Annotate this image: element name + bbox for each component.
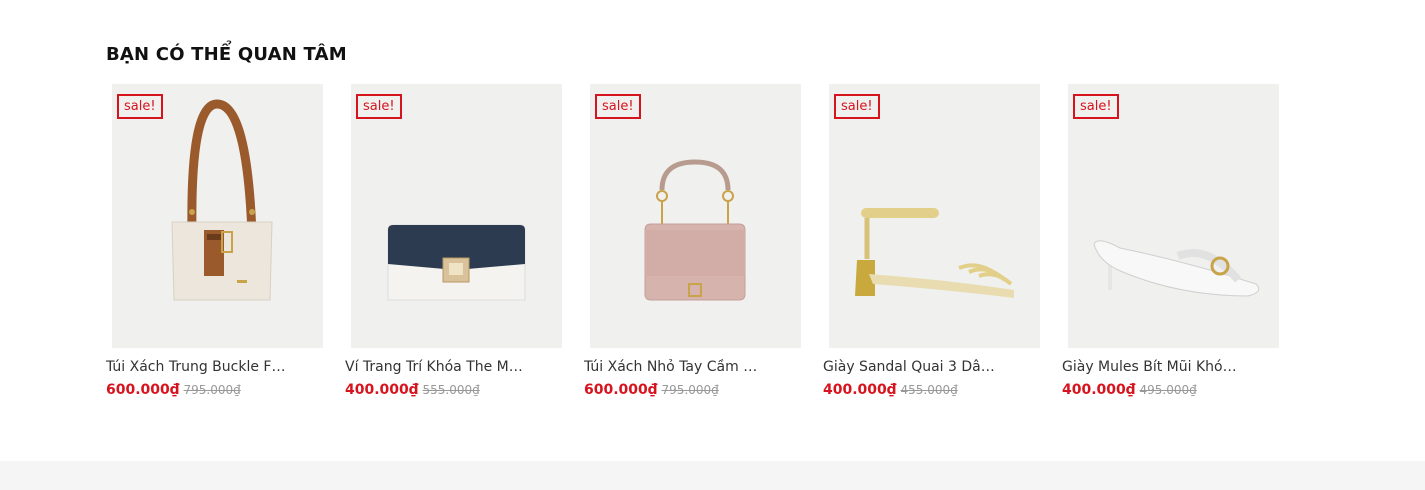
original-price: 455.000₫ [900, 383, 958, 397]
product-card[interactable]: sale! Túi Xách Nhỏ Tay Cầm Rời 600.000₫ 7… [584, 84, 801, 398]
product-prices: 600.000₫ 795.000₫ [584, 382, 795, 398]
product-thumb[interactable]: sale! [829, 84, 1040, 348]
product-name[interactable]: Ví Trang Trí Khóa The Maze [345, 359, 525, 375]
product-card[interactable]: sale! Giày Mules Bít Mũi Khóa Trang... 4… [1062, 84, 1279, 398]
sale-price: 600.000₫ [584, 382, 658, 398]
original-price: 555.000₫ [422, 383, 480, 397]
product-card[interactable]: sale! Túi Xách Trung Buckle Flap 600.000… [106, 84, 323, 398]
footer-band [0, 461, 1425, 490]
product-card[interactable]: sale! Giày Sandal Quai 3 Dây Xé Dán 400.… [823, 84, 1040, 398]
product-name[interactable]: Giày Mules Bít Mũi Khóa Trang... [1062, 359, 1242, 375]
product-thumb[interactable]: sale! [351, 84, 562, 348]
handbag-image [171, 99, 273, 301]
product-prices: 400.000₫ 495.000₫ [1062, 382, 1273, 398]
product-name[interactable]: Túi Xách Nhỏ Tay Cầm Rời [584, 359, 764, 375]
sale-price: 400.000₫ [1062, 382, 1136, 398]
sale-badge: sale! [117, 94, 163, 119]
sale-badge: sale! [595, 94, 641, 119]
sandal-image [855, 208, 1014, 298]
mini-bag-image [644, 159, 746, 301]
product-card[interactable]: sale! Ví Trang Trí Khóa The Maze 400.000… [345, 84, 562, 398]
product-prices: 400.000₫ 555.000₫ [345, 382, 556, 398]
product-name[interactable]: Túi Xách Trung Buckle Flap [106, 359, 286, 375]
product-prices: 400.000₫ 455.000₫ [823, 382, 1034, 398]
sale-price: 400.000₫ [823, 382, 897, 398]
original-price: 795.000₫ [661, 383, 719, 397]
product-name[interactable]: Giày Sandal Quai 3 Dây Xé Dán [823, 359, 1003, 375]
sale-price: 400.000₫ [345, 382, 419, 398]
original-price: 795.000₫ [183, 383, 241, 397]
sale-price: 600.000₫ [106, 382, 180, 398]
product-thumb[interactable]: sale! [590, 84, 801, 348]
product-thumb[interactable]: sale! [1068, 84, 1279, 348]
sale-badge: sale! [356, 94, 402, 119]
product-grid: sale! Túi Xách Trung Buckle Flap 600.000… [106, 84, 1279, 398]
product-thumb[interactable]: sale! [112, 84, 323, 348]
sale-badge: sale! [1073, 94, 1119, 119]
wallet-image [387, 224, 526, 301]
product-prices: 600.000₫ 795.000₫ [106, 382, 317, 398]
sale-badge: sale! [834, 94, 880, 119]
original-price: 495.000₫ [1139, 383, 1197, 397]
mules-image [1093, 240, 1260, 297]
section-title: BẠN CÓ THỂ QUAN TÂM [106, 44, 347, 65]
